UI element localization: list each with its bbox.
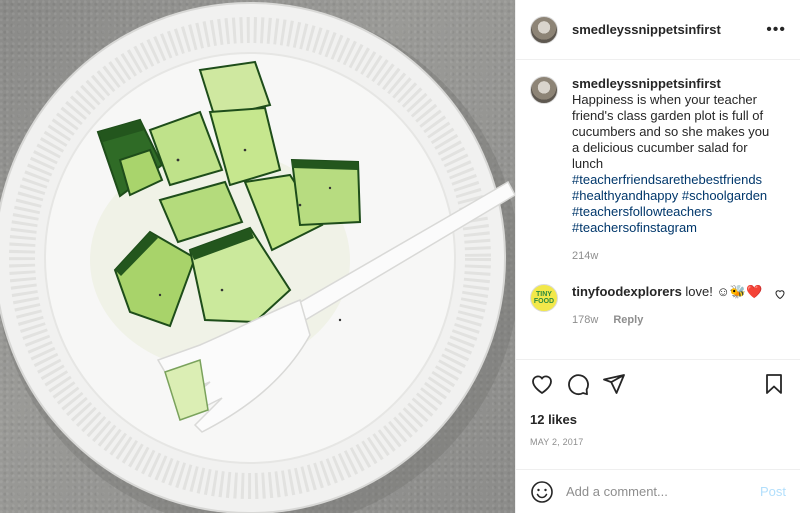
comments-section: smedleyssnippetsinfirst Happiness is whe… [516, 60, 800, 359]
post-header: smedleyssnippetsinfirst ••• [516, 0, 800, 60]
like-comment-heart-icon[interactable] [774, 288, 786, 300]
more-icon[interactable]: ••• [766, 21, 786, 39]
action-icons [530, 364, 786, 404]
reply-body: tinyfoodexplorers love! ☺🐝❤️ 178w Reply [572, 284, 777, 328]
actions-area: 12 likes MAY 2, 2017 [516, 359, 800, 469]
cucumber-plate-image [0, 2, 515, 513]
hashtag-link[interactable]: #teachersofinstagram [572, 220, 777, 236]
bookmark-icon[interactable] [762, 372, 786, 396]
caption-body: smedleyssnippetsinfirst Happiness is whe… [572, 76, 777, 264]
comment-input[interactable] [566, 484, 760, 499]
share-icon[interactable] [602, 372, 626, 396]
reply-age[interactable]: 178w [572, 314, 598, 326]
likes-count[interactable]: 12 likes [530, 412, 786, 427]
caption-age[interactable]: 214w [572, 250, 598, 262]
emoji-icon[interactable] [530, 480, 554, 504]
heart-icon[interactable] [530, 372, 554, 396]
caption-comment: smedleyssnippetsinfirst Happiness is whe… [530, 76, 786, 264]
hashtag-link[interactable]: #healthyandhappy #schoolgarden [572, 188, 777, 204]
comment-icon[interactable] [566, 372, 590, 396]
reply-button[interactable]: Reply [613, 314, 643, 326]
hashtag-link[interactable]: #teachersfollowteachers [572, 204, 777, 220]
post-sidebar: smedleyssnippetsinfirst ••• smedleyssnip… [515, 0, 800, 513]
caption-username[interactable]: smedleyssnippetsinfirst [572, 76, 721, 91]
caption-text: Happiness is when your teacher friend's … [572, 92, 770, 171]
reply-comment: TINY FOOD tinyfoodexplorers love! ☺🐝❤️ 1… [530, 284, 786, 328]
reply-username[interactable]: tinyfoodexplorers [572, 284, 682, 299]
add-comment-bar: Post [516, 469, 800, 513]
post-button[interactable]: Post [760, 484, 786, 499]
caption-avatar[interactable] [530, 76, 558, 104]
reply-avatar[interactable]: TINY FOOD [530, 284, 558, 312]
avatar[interactable] [530, 15, 558, 44]
post-photo[interactable] [0, 0, 515, 513]
reply-text: love! ☺🐝❤️ [685, 284, 763, 299]
header-username[interactable]: smedleyssnippetsinfirst [572, 22, 721, 37]
caption-meta: 214w [572, 248, 777, 264]
instagram-post: smedleyssnippetsinfirst ••• smedleyssnip… [0, 0, 800, 513]
reply-meta: 178w Reply [572, 312, 777, 328]
post-date[interactable]: MAY 2, 2017 [530, 437, 786, 447]
hashtag-link[interactable]: #teacherfriendsarethebestfriends [572, 172, 777, 188]
